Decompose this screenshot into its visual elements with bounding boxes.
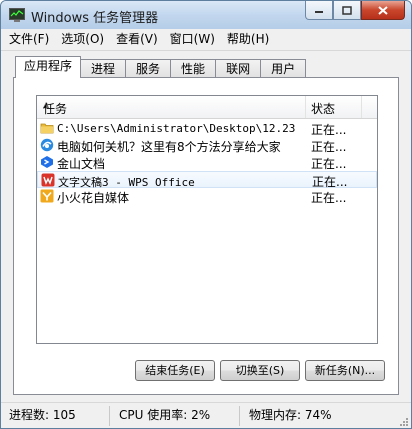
physical-memory: 物理内存: 74%: [249, 408, 332, 422]
browser-icon: [40, 138, 54, 152]
switch-to-button[interactable]: 切换至(S): [220, 360, 300, 381]
task-name: 电脑如何关机？这里有8个方法分享给大家: [57, 140, 281, 154]
kdocs-icon: [41, 156, 53, 168]
column-header-status-label: 状态: [311, 102, 336, 116]
minimize-icon: [315, 11, 323, 13]
column-header-task-label: 任务: [43, 102, 68, 116]
column-header-status[interactable]: 状态: [305, 96, 362, 118]
task-name: 小火花自媒体: [57, 191, 130, 205]
table-row[interactable]: 文字文稿3 - WPS Office 正在...: [37, 171, 377, 189]
table-row[interactable]: 电脑如何关机？这里有8个方法分享给大家 正在...: [37, 137, 377, 154]
resize-grip-icon[interactable]: [399, 417, 409, 427]
task-name: C:\Users\Administrator\Desktop\12.23: [57, 122, 296, 135]
maximize-button[interactable]: [333, 1, 361, 20]
task-status: 正在...: [311, 157, 347, 171]
tab-services[interactable]: 服务: [125, 59, 172, 78]
task-status: 正在...: [311, 123, 347, 137]
window-title: Windows 任务管理器: [31, 11, 159, 26]
spark-icon: [40, 189, 54, 203]
end-task-button[interactable]: 结束任务(E): [135, 360, 215, 381]
menu-bar: 文件(F) 选项(O) 查看(V) 窗口(W) 帮助(H): [1, 29, 411, 51]
wps-icon: [41, 173, 55, 187]
tab-processes[interactable]: 进程: [80, 59, 127, 78]
status-separator: [109, 406, 110, 426]
process-count: 进程数: 105: [9, 408, 76, 422]
task-status: 正在...: [311, 140, 347, 154]
new-task-button[interactable]: 新任务(N)...: [305, 360, 385, 381]
close-icon: [378, 5, 388, 15]
table-row[interactable]: 金山文档 正在...: [37, 154, 377, 171]
menu-window[interactable]: 窗口(W): [164, 29, 221, 50]
maximize-icon: [342, 5, 352, 15]
minimize-button[interactable]: [305, 1, 333, 20]
tab-users[interactable]: 用户: [260, 59, 307, 78]
list-header: ▲ 任务 状态: [37, 96, 377, 119]
title-bar[interactable]: Windows 任务管理器: [1, 1, 411, 29]
menu-help[interactable]: 帮助(H): [221, 29, 275, 50]
tab-performance[interactable]: 性能: [170, 59, 217, 78]
tab-applications[interactable]: 应用程序: [15, 56, 82, 78]
close-button[interactable]: [361, 1, 405, 20]
task-manager-window: Windows 任务管理器 文件(F) 选项(O) 查看(V) 窗口(W) 帮助…: [0, 0, 412, 429]
menu-view[interactable]: 查看(V): [110, 29, 164, 50]
applications-panel: ▲ 任务 状态 C:\Users\Administrator\Desktop\1…: [13, 77, 399, 395]
menu-file[interactable]: 文件(F): [1, 29, 55, 50]
folder-icon: [40, 123, 54, 134]
table-row[interactable]: C:\Users\Administrator\Desktop\12.23 正在.…: [37, 120, 377, 137]
task-status: 正在...: [311, 191, 347, 205]
status-bar: 进程数: 105 CPU 使用率: 2% 物理内存: 74%: [1, 402, 411, 428]
menu-options[interactable]: 选项(O): [55, 29, 110, 50]
cpu-usage: CPU 使用率: 2%: [119, 408, 211, 422]
task-list[interactable]: ▲ 任务 状态 C:\Users\Administrator\Desktop\1…: [36, 95, 378, 344]
task-manager-icon: [9, 8, 25, 22]
status-separator: [239, 406, 240, 426]
column-header-task[interactable]: ▲ 任务: [37, 96, 306, 118]
table-row[interactable]: 小火花自媒体 正在...: [37, 188, 377, 205]
tab-networking[interactable]: 联网: [215, 59, 262, 78]
tab-strip: 应用程序 进程 服务 性能 联网 用户: [15, 56, 307, 78]
task-name: 金山文档: [57, 157, 106, 171]
